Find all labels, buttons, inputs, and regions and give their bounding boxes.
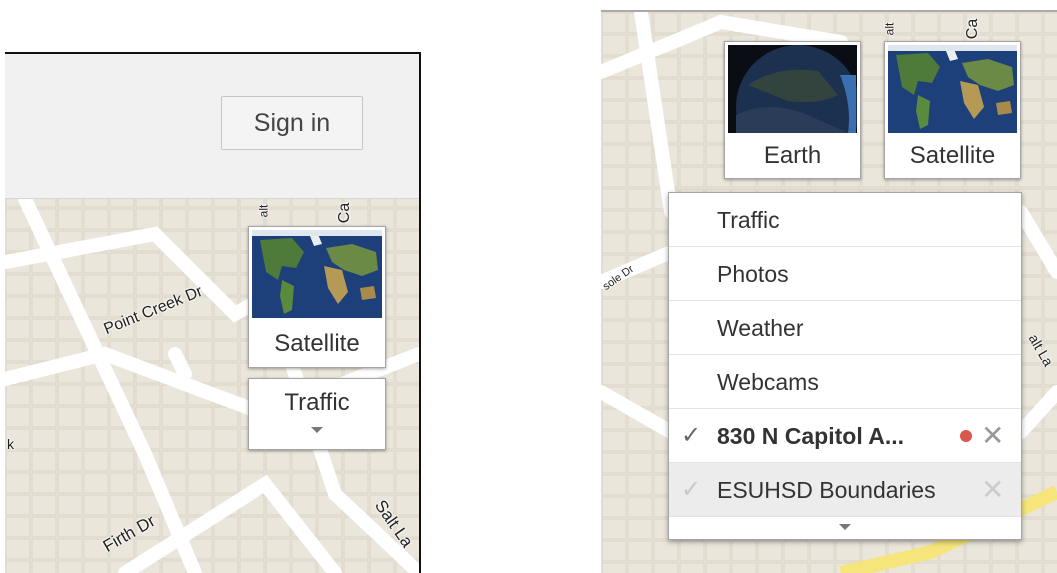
menu-item-label: ESUHSD Boundaries [717, 477, 936, 503]
menu-item-weather[interactable]: Weather [669, 301, 1021, 355]
traffic-label: Traffic [284, 389, 350, 416]
earth-globe-thumbnail [728, 45, 857, 133]
menu-item-photos[interactable]: Photos [669, 247, 1021, 301]
satellite-label: Satellite [274, 330, 360, 357]
earth-label: Earth [763, 142, 822, 169]
menu-item-webcams[interactable]: Webcams [669, 355, 1021, 409]
menu-item-traffic[interactable]: Traffic [669, 193, 1021, 247]
earth-tile[interactable]: Earth [724, 41, 861, 179]
menu-item-custom-map-address[interactable]: ✓ 830 N Capitol A... ✕ [669, 409, 1021, 463]
street-label: Ca [964, 18, 982, 40]
world-satellite-thumbnail [252, 230, 382, 318]
satellite-tile[interactable]: Satellite [884, 41, 1021, 179]
app-header: Sign in [5, 54, 419, 199]
layers-menu: Traffic Photos Weather Webcams ✓ 830 N C… [668, 192, 1022, 540]
left-map-panel[interactable]: Sign in alt Ca Point Creek Dr Firth Dr S… [5, 52, 421, 573]
menu-item-esuhsd-boundaries[interactable]: ✓ ESUHSD Boundaries ✕ [669, 463, 1021, 517]
close-icon[interactable]: ✕ [981, 463, 1004, 517]
checkmark-icon[interactable]: ✓ [681, 409, 701, 463]
menu-more-toggle[interactable] [669, 517, 1021, 539]
menu-item-label: 830 N Capitol A... [717, 423, 905, 449]
close-icon[interactable]: ✕ [981, 409, 1004, 463]
street-label: alt [256, 204, 271, 218]
menu-item-label: Weather [717, 315, 804, 341]
satellite-label: Satellite [909, 142, 996, 169]
menu-item-label: Traffic [717, 207, 780, 233]
red-dot-icon [960, 430, 972, 442]
satellite-tile[interactable]: Satellite [248, 226, 386, 368]
menu-item-label: Webcams [717, 369, 819, 395]
sign-in-button[interactable]: Sign in [221, 96, 363, 150]
street-label: alt [882, 22, 897, 36]
chevron-down-icon[interactable] [839, 524, 851, 530]
street-label: k [7, 436, 14, 452]
menu-item-label: Photos [717, 261, 789, 287]
traffic-layer-button[interactable]: Traffic [248, 378, 386, 450]
chevron-down-icon[interactable] [311, 427, 323, 433]
checkmark-icon[interactable]: ✓ [681, 463, 701, 517]
right-map-panel[interactable]: alt Ca sole Dr alt La Earth Satellite Tr… [601, 10, 1057, 573]
street-label: Ca [336, 202, 354, 224]
world-satellite-thumbnail [888, 45, 1017, 133]
